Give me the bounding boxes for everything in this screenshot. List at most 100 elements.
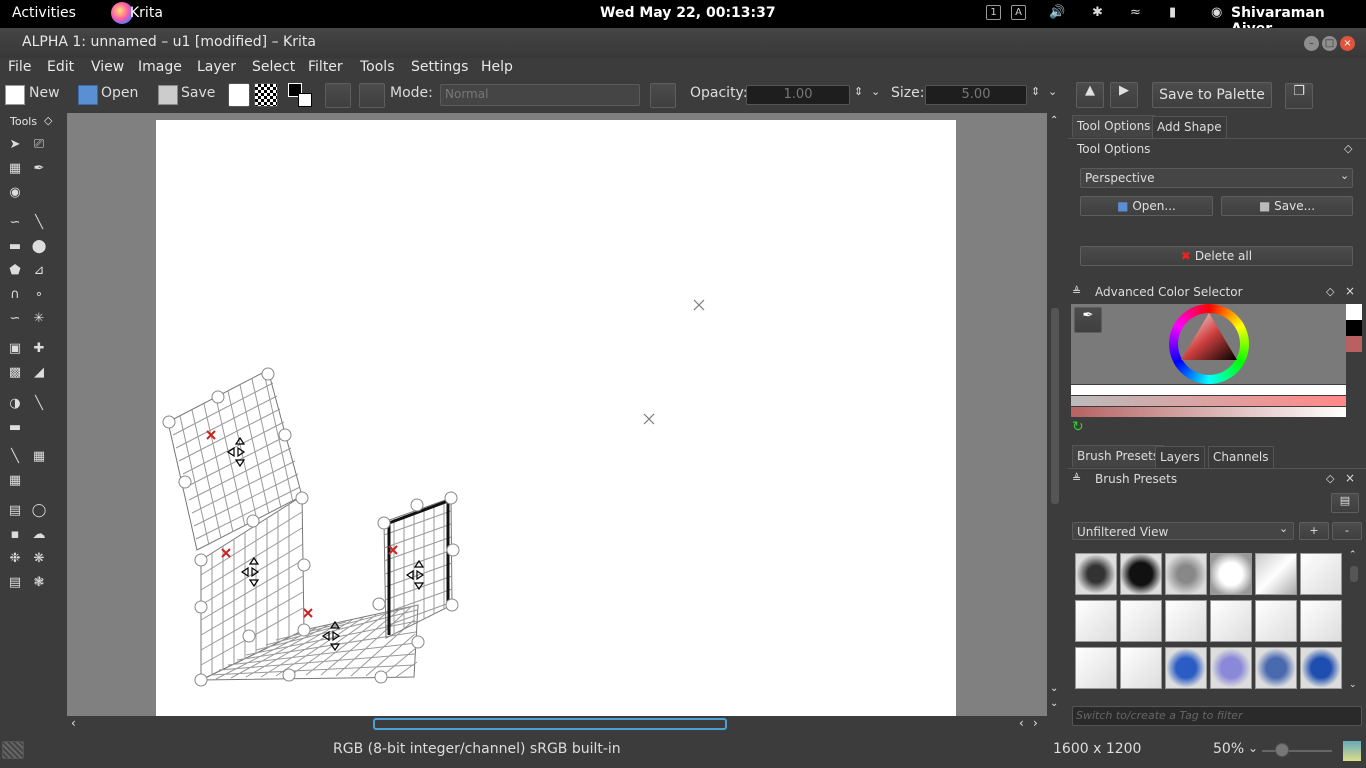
size-slider[interactable]: 5.00 xyxy=(925,85,1027,105)
save-disk-icon[interactable] xyxy=(158,85,178,105)
zoom-slider-handle[interactable] xyxy=(1275,743,1289,757)
preset-blender[interactable] xyxy=(1255,553,1297,595)
tab-add-shape[interactable]: Add Shape xyxy=(1152,116,1227,138)
brush-preview-icon[interactable] xyxy=(2,741,24,759)
calligraphy-tool-icon[interactable]: ✒ xyxy=(31,161,47,177)
volume-icon[interactable]: 🔊 xyxy=(1049,5,1065,20)
menu-select[interactable]: Select xyxy=(252,59,295,75)
scroll-up-icon[interactable]: ⌃ xyxy=(1050,115,1058,126)
preset-airbrush-hard[interactable] xyxy=(1120,553,1162,595)
workspace-chooser-button[interactable]: ❐ xyxy=(1285,83,1313,109)
mirror-horizontal-icon[interactable]: ▲ xyxy=(1076,82,1104,108)
activities-button[interactable]: Activities xyxy=(12,5,76,21)
wifi-icon[interactable]: ≈ xyxy=(1130,5,1141,20)
color-selector-float-icon[interactable]: ◇ xyxy=(1326,285,1334,298)
line-tool-icon[interactable]: ╲ xyxy=(31,215,47,231)
color-picker-tool-icon[interactable]: ╲ xyxy=(31,396,47,412)
user-icon[interactable]: ◉ xyxy=(1211,5,1222,20)
multibrush-tool-icon[interactable]: ✳ xyxy=(31,311,47,327)
erase-mode-button[interactable] xyxy=(650,83,676,108)
brush-presets-collapse-icon[interactable]: ≜ xyxy=(1072,472,1081,485)
blend-mode-combo[interactable]: Normal xyxy=(440,84,640,106)
fg-bg-color-swatch[interactable] xyxy=(288,83,314,109)
canvas-document[interactable] xyxy=(156,120,956,716)
open-assistants-button[interactable]: ■ Open... xyxy=(1080,196,1213,216)
preset-scrollbar[interactable]: ⌃ ⌄ xyxy=(1348,550,1360,700)
app-menu-button[interactable]: Krita xyxy=(130,5,163,21)
scroll-down-alt-icon[interactable]: ⌄ xyxy=(1050,698,1058,709)
clock[interactable]: Wed May 22, 00:13:37 xyxy=(600,5,776,21)
freehand-path-tool-icon[interactable]: ∘ xyxy=(31,287,47,303)
perspective-grid-tool-icon[interactable]: ▦ xyxy=(31,449,47,465)
tab-channels[interactable]: Channels xyxy=(1208,446,1274,468)
minimize-button[interactable]: – xyxy=(1304,36,1319,51)
color-history-swatches[interactable] xyxy=(1346,304,1362,352)
delete-all-assistants-button[interactable]: ✖ Delete all xyxy=(1080,246,1353,266)
save-button[interactable]: Save xyxy=(181,85,215,101)
brush-presets-close-icon[interactable]: × xyxy=(1345,471,1355,485)
preset-sketch-a[interactable] xyxy=(1075,647,1117,689)
preset-blue-bristle[interactable] xyxy=(1165,647,1207,689)
maximize-button[interactable]: □ xyxy=(1322,36,1337,51)
menu-settings[interactable]: Settings xyxy=(411,59,468,75)
zoom-level[interactable]: 50% xyxy=(1213,741,1244,757)
open-folder-icon[interactable] xyxy=(78,85,98,105)
preset-cloud[interactable] xyxy=(1210,553,1252,595)
brush-settings-button[interactable] xyxy=(359,83,385,108)
preset-ink-grey[interactable] xyxy=(1255,600,1297,642)
contiguous-select-tool-icon[interactable]: ❉ xyxy=(7,551,23,567)
new-document-icon[interactable] xyxy=(5,85,25,105)
preset-ink-fine[interactable] xyxy=(1300,600,1342,642)
assistant-type-combo[interactable]: Perspective xyxy=(1080,168,1353,188)
polygon-tool-icon[interactable]: ⬟ xyxy=(7,263,23,279)
menu-edit[interactable]: Edit xyxy=(47,59,74,75)
preset-pencil-thin[interactable] xyxy=(1300,553,1342,595)
bluetooth-icon[interactable]: ✱ xyxy=(1092,5,1103,20)
preset-ink-soft[interactable] xyxy=(1210,600,1252,642)
workspace-indicator[interactable]: 1 xyxy=(986,5,1001,20)
remove-tag-button[interactable]: - xyxy=(1332,522,1362,540)
new-button[interactable]: New xyxy=(29,85,60,101)
refresh-icon[interactable]: ↻ xyxy=(1072,419,1084,435)
preset-pencil-b[interactable] xyxy=(1120,600,1162,642)
menu-file[interactable]: File xyxy=(8,59,31,75)
scroll-down-icon[interactable]: ⌄ xyxy=(1050,683,1058,694)
tab-tool-options[interactable]: Tool Options xyxy=(1072,115,1156,137)
rectangle-tool-icon[interactable]: ▬ xyxy=(7,239,23,255)
save-assistants-button[interactable]: ■ Save... xyxy=(1221,196,1353,216)
document-thumbnail-icon[interactable] xyxy=(1343,741,1361,761)
preset-view-mode-icon[interactable]: ▤ xyxy=(1331,493,1359,513)
close-button[interactable]: × xyxy=(1340,36,1355,51)
crop-tool-icon[interactable]: ▣ xyxy=(7,341,23,357)
brush-preset-button[interactable] xyxy=(325,83,351,108)
horizontal-scroll-thumb[interactable] xyxy=(373,718,727,730)
ellipse-select-tool-icon[interactable]: ◯ xyxy=(31,503,47,519)
opacity-spin-icon[interactable]: ⇕ xyxy=(854,85,863,98)
menu-view[interactable]: View xyxy=(91,59,124,75)
bezier-select-tool-icon[interactable]: ▤ xyxy=(7,575,23,591)
scroll-left-alt-icon[interactable]: ‹ xyxy=(1019,716,1024,730)
lightness-bar[interactable] xyxy=(1071,385,1346,395)
size-chevron-icon[interactable]: ⌄ xyxy=(1048,85,1057,98)
zoom-chevron-icon[interactable]: ⌄ xyxy=(1248,741,1258,755)
preset-scroll-thumb[interactable] xyxy=(1350,566,1358,582)
save-to-palette-button[interactable]: Save to Palette xyxy=(1152,82,1272,108)
collapse-icon[interactable]: ≜ xyxy=(1072,285,1081,298)
grid-tool-icon[interactable]: ▦ xyxy=(7,473,23,489)
ellipse-tool-icon[interactable]: ⬤ xyxy=(31,239,47,255)
preset-purple-bristle[interactable] xyxy=(1210,647,1252,689)
freehand-brush-tool-icon[interactable]: ∽ xyxy=(7,215,23,231)
brush-presets-float-icon[interactable]: ◇ xyxy=(1326,472,1334,485)
assistant-tool-icon[interactable]: ╲ xyxy=(7,449,23,465)
canvas-viewport[interactable] xyxy=(67,113,1047,716)
saturation-bar[interactable] xyxy=(1071,396,1346,406)
add-tag-button[interactable]: + xyxy=(1299,522,1329,540)
select-shapes-tool-icon[interactable]: ➤ xyxy=(7,137,23,153)
canvas-horizontal-scrollbar[interactable]: ‹ ‹ › xyxy=(67,716,1047,732)
color-selector-close-icon[interactable]: × xyxy=(1345,284,1355,298)
opacity-chevron-icon[interactable]: ⌄ xyxy=(871,85,880,98)
outline-select-tool-icon[interactable]: ☁ xyxy=(31,527,47,543)
tag-search-input[interactable]: Switch to/create a Tag to filter xyxy=(1072,706,1362,726)
move-tool-icon[interactable]: ✚ xyxy=(31,341,47,357)
scroll-right-icon[interactable]: › xyxy=(1033,716,1038,730)
